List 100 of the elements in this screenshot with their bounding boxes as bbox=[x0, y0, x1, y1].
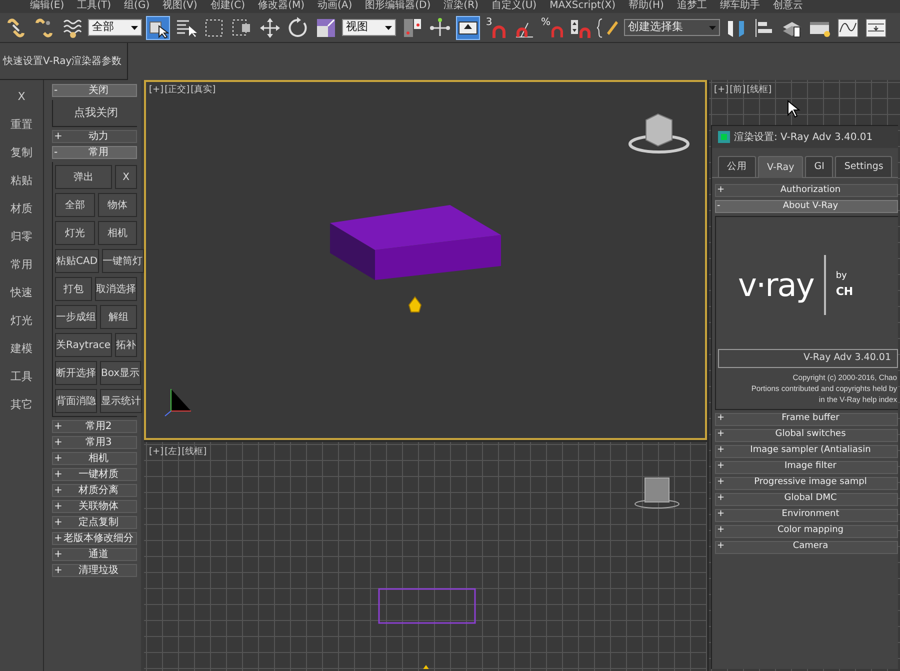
dropdown[interactable]: 视图 bbox=[342, 19, 396, 36]
rollout-header[interactable]: + 关联物体 bbox=[52, 500, 137, 513]
rollout-header[interactable]: + Color mapping bbox=[715, 524, 898, 538]
rollout-header[interactable]: + 常用2 bbox=[52, 420, 137, 433]
viewport[interactable]: [+][左][线框] bbox=[144, 442, 707, 671]
viewport-label[interactable]: [真实] bbox=[190, 84, 216, 98]
toolbar-button[interactable]: 3 bbox=[484, 16, 508, 40]
viewport-label[interactable]: [+] bbox=[149, 446, 164, 460]
rollout-header[interactable]: + Camera bbox=[715, 540, 898, 554]
rollout-header[interactable]: + 一键材质 bbox=[52, 468, 137, 481]
rollout-header[interactable]: +老版本修改细分 bbox=[52, 532, 137, 545]
rollout-header[interactable]: - 关闭 bbox=[52, 84, 137, 97]
toolbar-button[interactable] bbox=[864, 16, 888, 40]
menu-item[interactable]: 图形编辑器(D) bbox=[365, 0, 431, 13]
viewport-label[interactable]: [线框] bbox=[746, 84, 772, 98]
script-button[interactable]: 弹出 bbox=[55, 165, 112, 189]
rollout-header[interactable]: + Frame buffer bbox=[715, 412, 898, 426]
dropdown[interactable]: 创建选择集 bbox=[624, 19, 720, 36]
rollout-header[interactable]: + Environment bbox=[715, 508, 898, 522]
script-button[interactable]: 拓补 bbox=[114, 333, 137, 357]
tab[interactable]: GI bbox=[805, 156, 834, 178]
script-button[interactable]: 取消选择 bbox=[95, 277, 137, 301]
caret-icon bbox=[131, 26, 138, 30]
toolbar-button[interactable] bbox=[456, 16, 480, 40]
side-button[interactable]: 灯光 bbox=[10, 312, 32, 330]
menu-item[interactable]: 修改器(M) bbox=[258, 0, 304, 13]
rollout-header[interactable]: + Image filter bbox=[715, 460, 898, 474]
script-button[interactable]: X bbox=[115, 165, 137, 189]
script-button[interactable]: 断开选择 bbox=[55, 361, 97, 385]
toolbar-button[interactable] bbox=[258, 16, 282, 40]
menu-item[interactable]: 创建(C) bbox=[210, 0, 246, 13]
script-button[interactable]: 全部 bbox=[55, 193, 94, 217]
menu-item[interactable]: 创意云 bbox=[772, 0, 803, 13]
side-button[interactable]: 建模 bbox=[10, 340, 32, 358]
rollout-header[interactable]: + Image sampler (Antialiasin bbox=[715, 444, 898, 458]
side-button[interactable]: X bbox=[18, 88, 26, 106]
viewport[interactable]: [+][正交][真实] bbox=[144, 80, 707, 440]
menu-item[interactable]: 视图(V) bbox=[162, 0, 198, 13]
rollout-header[interactable]: + 通道 bbox=[52, 548, 137, 561]
cursor-icon bbox=[787, 100, 801, 118]
script-button[interactable]: 一键筒灯 bbox=[102, 249, 144, 273]
tab[interactable]: V-Ray bbox=[758, 156, 804, 178]
side-button[interactable]: 重置 bbox=[10, 116, 32, 134]
script-button[interactable]: 一步成组 bbox=[55, 305, 97, 329]
script-button[interactable]: 灯光 bbox=[55, 221, 94, 245]
side-button[interactable]: 常用 bbox=[10, 256, 32, 274]
menu-item[interactable]: MAXScript(X) bbox=[550, 0, 616, 13]
version-field: V-Ray Adv 3.40.01 bbox=[718, 349, 898, 368]
chain-icon bbox=[5, 16, 27, 38]
script-button[interactable]: 相机 bbox=[98, 221, 137, 245]
menu-item[interactable]: 工具(T) bbox=[77, 0, 112, 13]
script-button[interactable]: 关Raytrace bbox=[55, 333, 112, 357]
rollout-header[interactable]: + Global DMC bbox=[715, 492, 898, 506]
side-button[interactable]: 其它 bbox=[10, 396, 32, 414]
viewport-label[interactable]: [前] bbox=[730, 84, 746, 98]
menu-item[interactable]: 追梦工 bbox=[676, 0, 707, 13]
script-button[interactable]: 显示统计 bbox=[100, 389, 142, 413]
tab[interactable]: 公用 bbox=[718, 156, 756, 178]
rollout-header[interactable]: + 动力 bbox=[52, 130, 137, 143]
script-button[interactable]: 打包 bbox=[55, 277, 92, 301]
toolbar-button[interactable]: % bbox=[540, 16, 564, 40]
side-button[interactable]: 工具 bbox=[10, 368, 32, 386]
rollout-header[interactable]: + Progressive image sampl bbox=[715, 476, 898, 490]
menu-item[interactable]: 帮助(H) bbox=[628, 0, 664, 13]
rollout-header[interactable]: + 常用3 bbox=[52, 436, 137, 449]
rollout-header[interactable]: + Global switches bbox=[715, 428, 898, 442]
side-button[interactable]: 材质 bbox=[10, 200, 32, 218]
script-button[interactable]: 解组 bbox=[100, 305, 137, 329]
menu-item[interactable]: 编辑(E) bbox=[30, 0, 64, 13]
rollout-header[interactable]: + 定点复制 bbox=[52, 516, 137, 529]
viewport-label[interactable]: [左] bbox=[164, 446, 181, 460]
rollout-header[interactable]: - 常用 bbox=[52, 146, 137, 159]
side-button[interactable]: 快速 bbox=[10, 284, 32, 302]
viewport-label[interactable]: [+] bbox=[149, 84, 164, 98]
script-button[interactable]: 物体 bbox=[98, 193, 137, 217]
toolbar-button[interactable] bbox=[596, 16, 620, 40]
viewport-label[interactable]: [线框] bbox=[182, 446, 207, 460]
script-button[interactable]: Box显示 bbox=[100, 361, 141, 385]
viewport-label[interactable]: [+] bbox=[714, 84, 729, 98]
dropdown[interactable]: 全部 bbox=[88, 19, 142, 36]
script-button[interactable]: 点我关闭 bbox=[55, 103, 137, 123]
rollout-header[interactable]: + 材质分离 bbox=[52, 484, 137, 497]
rollout-header[interactable]: + 相机 bbox=[52, 452, 137, 465]
by-label: by bbox=[836, 270, 848, 284]
rollout-header[interactable]: - About V-Ray bbox=[715, 200, 898, 214]
magnet-icon bbox=[492, 24, 506, 38]
viewport-label[interactable]: [正交] bbox=[164, 84, 190, 98]
side-button[interactable]: 归零 bbox=[10, 228, 32, 246]
rollout-header[interactable]: + 清理垃圾 bbox=[52, 564, 137, 577]
script-button[interactable]: 粘贴CAD bbox=[55, 249, 99, 273]
rollout-header[interactable]: + Authorization bbox=[715, 184, 898, 198]
side-button[interactable]: 复制 bbox=[10, 144, 32, 162]
toolbar-button[interactable] bbox=[836, 16, 860, 40]
tab[interactable]: Settings bbox=[835, 156, 892, 178]
pivot-icon bbox=[401, 16, 423, 38]
menu-item[interactable]: 组(G) bbox=[124, 0, 150, 13]
script-button[interactable]: 背面消隐 bbox=[55, 389, 97, 413]
menu-item[interactable]: 动画(A) bbox=[318, 0, 352, 13]
toolbar-button[interactable] bbox=[146, 16, 170, 40]
side-button[interactable]: 粘贴 bbox=[10, 172, 32, 190]
